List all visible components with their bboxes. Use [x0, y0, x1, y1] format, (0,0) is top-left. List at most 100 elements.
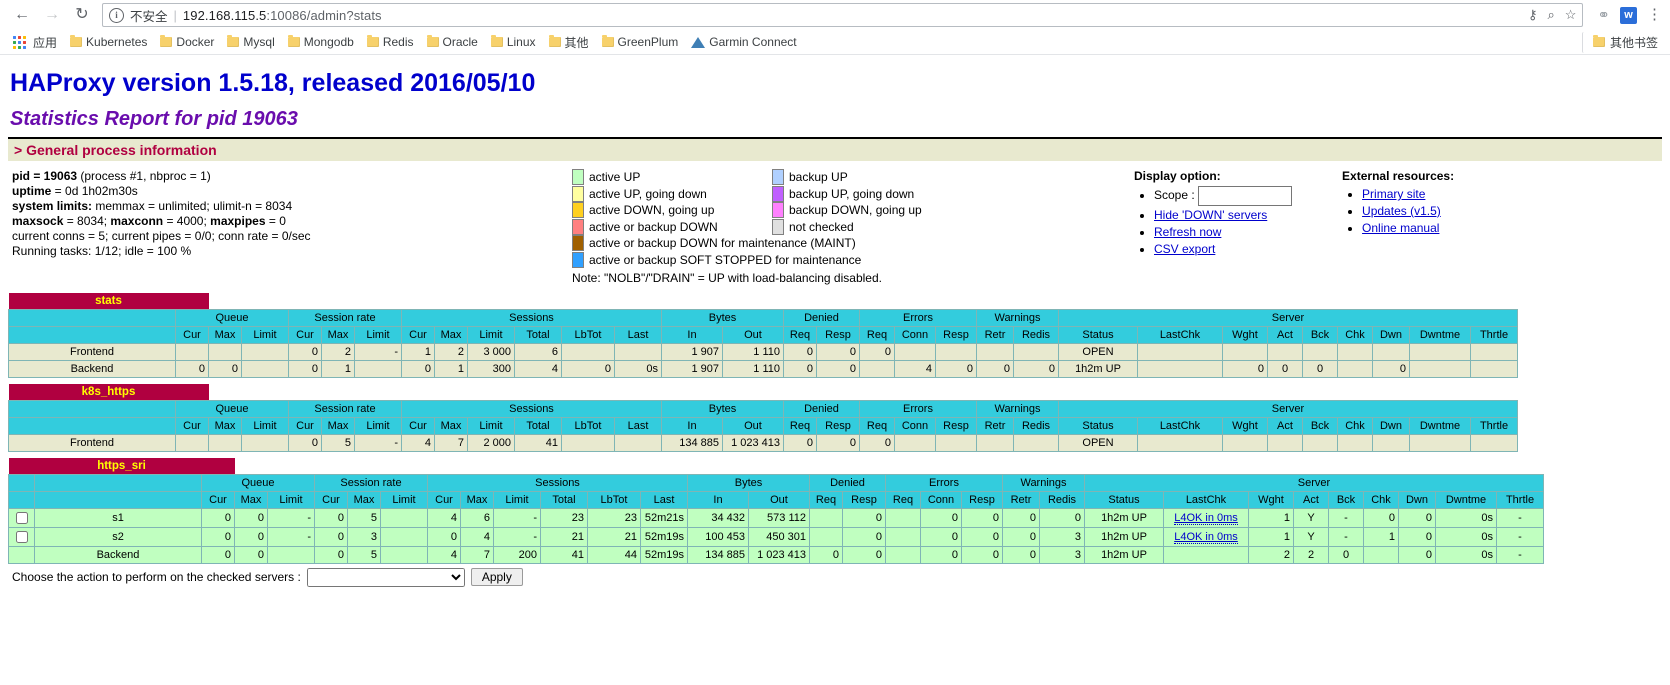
- bookmark-linux[interactable]: Linux: [486, 33, 541, 51]
- refresh-now-link[interactable]: Refresh now: [1154, 225, 1221, 239]
- bookmark-label: GreenPlum: [617, 35, 679, 49]
- group-header-row: Queue Session rate Sessions Bytes Denied Erro…: [8, 308, 1518, 327]
- forward-arrow-icon[interactable]: →: [38, 1, 66, 29]
- column-header-bytes-out: Out: [722, 325, 784, 344]
- group-header-errors: Errors: [859, 308, 977, 327]
- apply-button[interactable]: Apply: [470, 568, 523, 586]
- column-header-errors-conn: Conn: [894, 325, 936, 344]
- table-cell: 0: [201, 507, 235, 528]
- table-cell: 1: [1363, 526, 1399, 547]
- back-arrow-icon[interactable]: ←: [8, 1, 36, 29]
- online-manual-item[interactable]: Online manual: [1362, 220, 1454, 236]
- row-select-cell[interactable]: [8, 526, 35, 547]
- table-cell: 5: [347, 545, 381, 564]
- password-key-icon[interactable]: ⚷: [1528, 7, 1538, 23]
- table-cell: 0: [1267, 359, 1303, 378]
- row-checkbox[interactable]: [16, 511, 28, 524]
- external-resources-title: External resources:: [1342, 169, 1455, 183]
- csv-export-link[interactable]: CSV export: [1154, 242, 1215, 256]
- column-header-warnings-redis: Redis: [1013, 416, 1059, 435]
- last-check-link[interactable]: L4OK in 0ms: [1174, 511, 1238, 525]
- folder-icon: [70, 35, 83, 47]
- scope-input[interactable]: [1198, 186, 1293, 206]
- group-header-warnings: Warnings: [1002, 473, 1085, 492]
- table-cell: 0: [816, 342, 860, 361]
- bookmark-kubernetes[interactable]: Kubernetes: [65, 33, 152, 51]
- table-cell: 0: [1222, 359, 1268, 378]
- hide-down-servers-link[interactable]: Hide 'DOWN' servers: [1154, 208, 1267, 222]
- row-select-cell[interactable]: [8, 545, 35, 564]
- proxy-table-stats: stats Queue Session rate Sessions Bytes Denie…: [8, 292, 1518, 378]
- table-cell: [1267, 433, 1303, 452]
- online-manual-link[interactable]: Online manual: [1362, 221, 1439, 235]
- wps-extension-icon[interactable]: w: [1620, 6, 1637, 24]
- folder-icon: [601, 35, 614, 47]
- primary-site-item[interactable]: Primary site: [1362, 186, 1454, 202]
- action-select[interactable]: [306, 567, 465, 587]
- refresh-now-item[interactable]: Refresh now: [1154, 224, 1292, 240]
- table-cell: [885, 507, 921, 528]
- scope-item: Scope :: [1154, 186, 1293, 206]
- folder-icon: [490, 35, 503, 47]
- table-cell: 0: [1002, 526, 1040, 547]
- column-header-server-act: Act: [1267, 325, 1303, 344]
- legend-swatch-backup-down-going-up: [772, 202, 784, 219]
- table-cell: 1h2m UP: [1084, 526, 1164, 547]
- primary-site-link[interactable]: Primary site: [1362, 187, 1425, 201]
- table-cell: 0: [842, 526, 886, 547]
- system-limits-label: system limits:: [12, 199, 93, 213]
- bookmark-apps[interactable]: 应用: [8, 32, 62, 53]
- legend-label: backup UP, going down: [789, 186, 915, 201]
- bookmark-other[interactable]: 其他: [544, 32, 594, 53]
- uptime-value: = 0d 1h02m30s: [51, 184, 138, 198]
- bookmark-redis[interactable]: Redis: [362, 33, 419, 51]
- reload-icon[interactable]: ↻: [68, 1, 96, 29]
- bookmark-star-icon[interactable]: ☆: [1565, 7, 1577, 23]
- site-info-icon[interactable]: i: [109, 7, 124, 23]
- bookmark-docker[interactable]: Docker: [155, 33, 219, 51]
- group-header-errors: Errors: [859, 399, 977, 418]
- browser-menu-icon[interactable]: ⋮: [1647, 7, 1662, 21]
- bookmark-oracle[interactable]: Oracle: [422, 33, 483, 51]
- column-header-sessions-max: Max: [460, 490, 494, 509]
- bookmark-garmin-connect[interactable]: Garmin Connect: [686, 33, 801, 51]
- column-header-queue-max: Max: [208, 325, 242, 344]
- table-cell: 0: [842, 507, 886, 528]
- table-cell: 4: [894, 359, 936, 378]
- group-header-session-rate: Session rate: [288, 399, 402, 418]
- page-title: HAProxy version 1.5.18, released 2016/05…: [10, 69, 536, 97]
- table-row: Backend 0 0 0 1 0 1 300 4 0 0s 1 907 1 110 0 0 4 0 0 0 1h2m…: [8, 359, 1518, 378]
- legend-column-backup: backup UP backup UP, going down backup D…: [772, 169, 922, 235]
- bookmark-mysql[interactable]: Mysql: [222, 33, 279, 51]
- updates-link[interactable]: Updates (v1.5): [1362, 204, 1441, 218]
- bookmark-label: Docker: [176, 35, 215, 49]
- last-check-link[interactable]: L4OK in 0ms: [1174, 530, 1238, 544]
- group-header-sessions: Sessions: [401, 308, 662, 327]
- bookmark-mongodb[interactable]: Mongodb: [283, 33, 359, 51]
- table-cell: 0: [842, 545, 886, 564]
- column-header-sessions-cur: Cur: [401, 416, 435, 435]
- row-select-cell[interactable]: [8, 507, 35, 528]
- address-bar[interactable]: i 不安全 | 192.168.115.5:10086/admin?stats …: [102, 3, 1584, 27]
- table-cell: 0: [314, 545, 348, 564]
- table-cell: [809, 507, 843, 528]
- table-cell: 7: [434, 433, 468, 452]
- zoom-icon[interactable]: ⌕: [1547, 7, 1554, 23]
- column-header-server-bck: Bck: [1302, 416, 1338, 435]
- bookmark-greenplum[interactable]: GreenPlum: [597, 33, 684, 51]
- table-cell: 3 000: [467, 342, 515, 361]
- maxpipes-label: maxpipes: [210, 214, 266, 228]
- csv-export-item[interactable]: CSV export: [1154, 241, 1292, 257]
- table-cell: [809, 526, 843, 547]
- column-header-server-bck: Bck: [1328, 490, 1364, 509]
- group-header-denied: Denied: [783, 308, 860, 327]
- table-cell: [1409, 359, 1471, 378]
- row-label: Backend: [8, 359, 176, 378]
- shield-extension-icon[interactable]: ⚭: [1597, 6, 1610, 24]
- other-bookmarks-button[interactable]: 其他书签: [1581, 31, 1662, 53]
- table-cell: [1363, 545, 1399, 564]
- column-header-sessions-limit: Limit: [467, 325, 515, 344]
- row-checkbox[interactable]: [16, 530, 28, 543]
- updates-item[interactable]: Updates (v1.5): [1362, 203, 1454, 219]
- hide-down-servers-item[interactable]: Hide 'DOWN' servers: [1154, 207, 1292, 223]
